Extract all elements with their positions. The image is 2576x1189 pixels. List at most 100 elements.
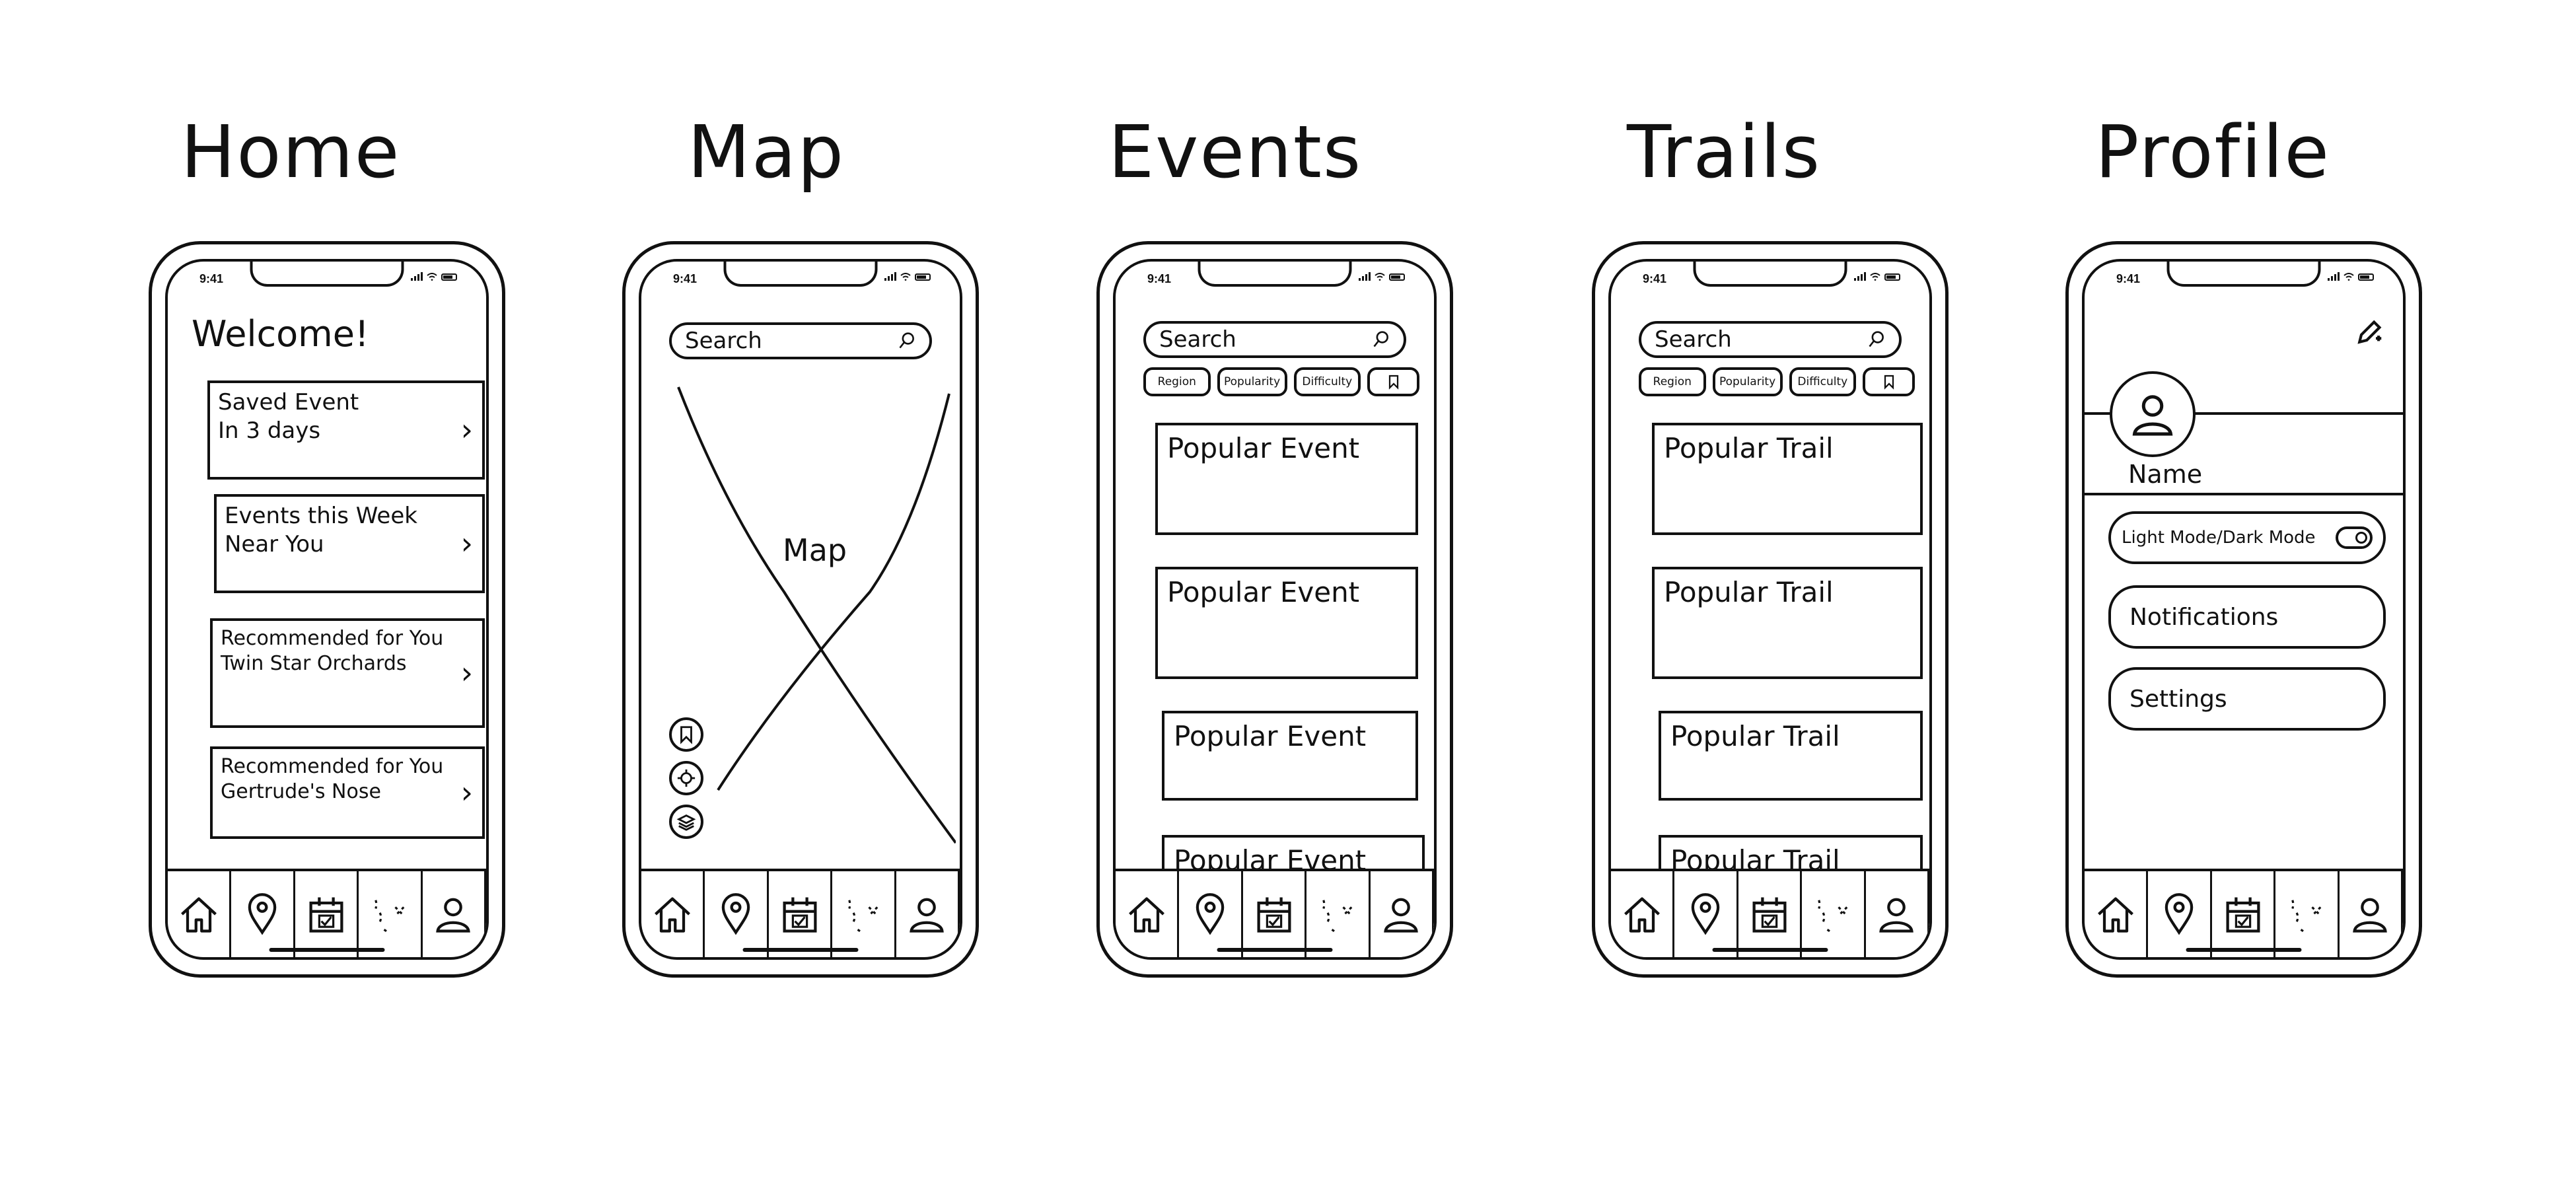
calendar-icon bbox=[1252, 892, 1297, 937]
tab-trails[interactable] bbox=[2275, 871, 2340, 957]
tab-events[interactable] bbox=[1738, 871, 1803, 957]
tab-home[interactable] bbox=[1116, 871, 1180, 957]
tab-map[interactable] bbox=[231, 871, 295, 957]
tab-map[interactable] bbox=[2148, 871, 2212, 957]
trail-icon bbox=[2284, 892, 2329, 937]
saved-places-button[interactable] bbox=[669, 717, 703, 752]
tab-trails[interactable] bbox=[1802, 871, 1866, 957]
filter-region[interactable]: Region bbox=[1143, 367, 1211, 396]
tab-profile[interactable] bbox=[2340, 871, 2403, 957]
wifi-icon bbox=[1870, 273, 1880, 281]
status-icons bbox=[884, 271, 931, 281]
home-indicator bbox=[269, 948, 385, 952]
search-bar[interactable]: Search bbox=[669, 322, 932, 359]
phone-events: 9:41 Search Region Popularity Difficulty… bbox=[1096, 241, 1453, 978]
tab-events[interactable] bbox=[295, 871, 359, 957]
tab-map[interactable] bbox=[1179, 871, 1243, 957]
tab-home[interactable] bbox=[1611, 871, 1675, 957]
theme-toggle-label: Light Mode/Dark Mode bbox=[2122, 528, 2316, 548]
battery-icon bbox=[2358, 273, 2374, 281]
screen-title-home: Home bbox=[180, 110, 401, 194]
locate-me-button[interactable] bbox=[669, 761, 703, 795]
wifi-icon bbox=[2343, 273, 2354, 281]
search-placeholder: Search bbox=[1159, 326, 1236, 353]
map-layers-button[interactable] bbox=[669, 805, 703, 839]
settings-row[interactable]: Settings bbox=[2108, 667, 2386, 731]
map-placeholder-cross bbox=[677, 386, 956, 844]
screen-home: 9:41 Welcome! Saved Event In 3 days › Ev… bbox=[165, 259, 489, 960]
tab-trails[interactable] bbox=[359, 871, 423, 957]
saved-event-card[interactable]: Saved Event In 3 days › bbox=[207, 380, 485, 480]
card-subtitle: In 3 days bbox=[218, 417, 321, 444]
events-this-week-card[interactable]: Events this Week Near You › bbox=[214, 494, 485, 593]
tab-profile[interactable] bbox=[423, 871, 486, 957]
battery-icon bbox=[1389, 273, 1405, 281]
filter-popularity[interactable]: Popularity bbox=[1712, 367, 1783, 396]
tab-profile[interactable] bbox=[1371, 871, 1434, 957]
screen-title-trails: Trails bbox=[1626, 110, 1822, 194]
layers-icon bbox=[676, 812, 696, 832]
trail-icon bbox=[841, 892, 886, 937]
edit-profile-button[interactable] bbox=[2354, 318, 2383, 347]
tab-profile[interactable] bbox=[1866, 871, 1929, 957]
theme-toggle-row[interactable]: Light Mode/Dark Mode bbox=[2108, 511, 2386, 564]
profile-icon bbox=[2347, 892, 2392, 937]
phone-map: 9:41 Search Map bbox=[622, 241, 979, 978]
toggle-switch[interactable] bbox=[2336, 526, 2373, 549]
edit-icon bbox=[2354, 318, 2383, 347]
tab-map[interactable] bbox=[705, 871, 769, 957]
tab-trails[interactable] bbox=[1306, 871, 1371, 957]
map-area[interactable]: Map bbox=[665, 374, 956, 849]
avatar[interactable] bbox=[2110, 371, 2196, 457]
recommended-card-2[interactable]: Recommended for You Gertrude's Nose › bbox=[210, 746, 485, 839]
filter-region[interactable]: Region bbox=[1639, 367, 1706, 396]
tab-bar bbox=[168, 869, 486, 957]
filter-popularity[interactable]: Popularity bbox=[1217, 367, 1287, 396]
phone-profile: 9:41 Name Light Mode/Dark Mode Notificat… bbox=[2065, 241, 2422, 978]
filter-difficulty[interactable]: Difficulty bbox=[1293, 367, 1361, 396]
home-indicator bbox=[742, 948, 859, 952]
search-bar[interactable]: Search bbox=[1143, 321, 1406, 358]
notch bbox=[1693, 262, 1847, 287]
tab-events[interactable] bbox=[1243, 871, 1307, 957]
list-item[interactable]: Popular Event bbox=[1155, 423, 1418, 535]
list-item[interactable]: Popular Trail bbox=[1652, 423, 1923, 535]
tab-home[interactable] bbox=[641, 871, 705, 957]
home-icon bbox=[650, 892, 695, 937]
list-item[interactable]: Popular Event bbox=[1162, 711, 1418, 801]
tab-home[interactable] bbox=[2085, 871, 2149, 957]
home-icon bbox=[1620, 892, 1664, 937]
filter-saved[interactable] bbox=[1367, 367, 1419, 396]
battery-icon bbox=[915, 273, 931, 281]
filter-difficulty[interactable]: Difficulty bbox=[1789, 367, 1857, 396]
tab-home[interactable] bbox=[168, 871, 232, 957]
signal-icon bbox=[411, 271, 423, 281]
search-bar[interactable]: Search bbox=[1639, 321, 1902, 358]
notifications-row[interactable]: Notifications bbox=[2108, 585, 2386, 649]
card-title: Recommended for You bbox=[221, 755, 444, 778]
calendar-icon bbox=[304, 892, 349, 937]
status-time: 9:41 bbox=[199, 272, 224, 285]
notch bbox=[250, 262, 404, 287]
search-icon bbox=[1867, 330, 1886, 349]
signal-icon bbox=[1359, 271, 1371, 281]
tab-events[interactable] bbox=[2212, 871, 2276, 957]
list-item[interactable]: Popular Trail bbox=[1652, 567, 1923, 679]
search-placeholder: Search bbox=[1655, 326, 1732, 353]
tab-bar bbox=[2085, 869, 2403, 957]
list-item[interactable]: Popular Trail bbox=[1659, 711, 1923, 801]
map-pin-icon bbox=[240, 892, 285, 937]
profile-icon bbox=[904, 892, 949, 937]
tab-trails[interactable] bbox=[832, 871, 896, 957]
tab-events[interactable] bbox=[769, 871, 833, 957]
signal-icon bbox=[1854, 271, 1866, 281]
tab-profile[interactable] bbox=[896, 871, 960, 957]
filter-saved[interactable] bbox=[1863, 367, 1915, 396]
recommended-card-1[interactable]: Recommended for You Twin Star Orchards › bbox=[210, 618, 485, 728]
profile-icon bbox=[1378, 892, 1423, 937]
tab-map[interactable] bbox=[1674, 871, 1738, 957]
filter-row: Region Popularity Difficulty bbox=[1143, 367, 1419, 396]
battery-icon bbox=[1884, 273, 1900, 281]
list-item[interactable]: Popular Event bbox=[1155, 567, 1418, 679]
map-pin-icon bbox=[1188, 892, 1233, 937]
